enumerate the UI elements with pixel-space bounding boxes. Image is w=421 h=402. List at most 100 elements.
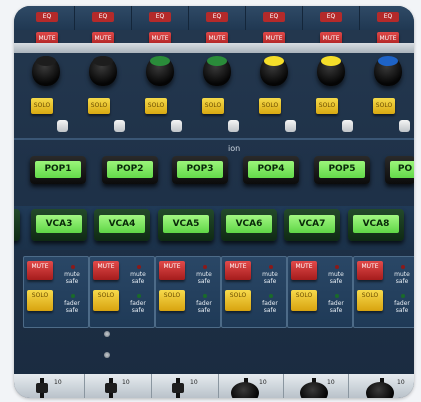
mute-safe-led (137, 265, 141, 269)
solo-button[interactable]: SOLO (373, 98, 395, 114)
vca-label: VCA5 (163, 215, 209, 233)
mute-safe-label: mute safe (196, 271, 212, 285)
channel-strip-top-5: EQ (246, 6, 303, 30)
pop-button-5[interactable]: POP5 (314, 156, 370, 184)
gain-knob[interactable] (317, 56, 345, 86)
vca-control-panel-4: MUTE mute safe SOLO fader safe (89, 256, 155, 328)
vca-mute-button[interactable]: MUTE (225, 261, 251, 280)
vca-control-panel-7: MUTE mute safe SOLO fader safe (287, 256, 353, 328)
eq-tag: EQ (206, 12, 228, 22)
knob-cap-3 (150, 56, 170, 66)
vca-solo-button[interactable]: SOLO (159, 290, 185, 311)
fader-safe-label: fader safe (64, 300, 80, 314)
gain-knob[interactable] (203, 56, 231, 86)
vca-mute-button[interactable]: MUTE (291, 261, 317, 280)
knob-cap-5 (264, 56, 284, 66)
fader-safe-led (137, 294, 141, 298)
solo-button[interactable]: SOLO (316, 98, 338, 114)
pop-button-6[interactable]: PO (385, 156, 414, 184)
solo-button[interactable]: SOLO (259, 98, 281, 114)
mute-safe-led (203, 265, 207, 269)
fader-safe-label: fader safe (130, 300, 146, 314)
fader-safe-label: fader safe (394, 300, 410, 314)
pop-button-3[interactable]: POP3 (172, 156, 228, 184)
select-button[interactable] (171, 120, 182, 132)
fader-knob[interactable] (300, 382, 328, 398)
solo-button[interactable]: SOLO (202, 98, 224, 114)
mute-safe-label: mute safe (262, 271, 278, 285)
fader-safe-label: fader safe (262, 300, 278, 314)
console-surface: EQ EQ EQ EQ EQ EQ EQ MUTE MUTE MUTE MUTE… (14, 6, 414, 398)
vca-button-4[interactable]: VCA4 (94, 209, 150, 241)
channel-strip-top-2: EQ (75, 6, 132, 30)
vca-button-3[interactable]: VCA3 (31, 209, 87, 241)
fader-knob[interactable] (105, 383, 117, 393)
vca-solo-button[interactable]: SOLO (93, 290, 119, 311)
fader-knob[interactable] (172, 383, 184, 393)
vca-button-7[interactable]: VCA7 (284, 209, 340, 241)
fader-scale-label: 10 (397, 379, 405, 386)
select-button[interactable] (114, 120, 125, 132)
screw-icon (104, 352, 110, 358)
knob-cap-6 (321, 56, 341, 66)
mute-safe-led (269, 265, 273, 269)
vca-button-6[interactable]: VCA6 (221, 209, 277, 241)
pop-label: POP3 (177, 161, 223, 178)
mute-safe-led (335, 265, 339, 269)
eq-tag: EQ (263, 12, 285, 22)
vca-control-panel-6: MUTE mute safe SOLO fader safe (221, 256, 287, 328)
gain-knob[interactable] (260, 56, 288, 86)
vca-label: VCA3 (36, 215, 82, 233)
fader-safe-label: fader safe (328, 300, 344, 314)
fader-strip-3 (152, 374, 219, 398)
vca-button-8[interactable]: VCA8 (348, 209, 404, 241)
pop-label: POP4 (248, 161, 294, 178)
fader-knob[interactable] (36, 383, 48, 393)
mute-safe-led (71, 265, 75, 269)
eq-tag: EQ (320, 12, 342, 22)
vca-solo-button[interactable]: SOLO (291, 290, 317, 311)
fader-knob[interactable] (231, 382, 259, 398)
fader-safe-label: fader safe (196, 300, 212, 314)
fader-safe-led (269, 294, 273, 298)
solo-button[interactable]: SOLO (145, 98, 167, 114)
knob-cap-2 (93, 56, 113, 66)
solo-button[interactable]: SOLO (31, 98, 53, 114)
channel-strip-top-1: EQ (14, 6, 75, 30)
knob-cap-7 (378, 56, 398, 66)
vca-solo-button[interactable]: SOLO (357, 290, 383, 311)
solo-button[interactable]: SOLO (88, 98, 110, 114)
vca-mute-button[interactable]: MUTE (27, 261, 53, 280)
fader-strip-2 (85, 374, 152, 398)
fader-knob[interactable] (366, 382, 394, 398)
fader-safe-led (335, 294, 339, 298)
vca-mute-button[interactable]: MUTE (93, 261, 119, 280)
eq-tag: EQ (149, 12, 171, 22)
gain-knob[interactable] (374, 56, 402, 86)
gain-knob[interactable] (89, 56, 117, 86)
select-button[interactable] (228, 120, 239, 132)
vca-button-partial[interactable] (14, 209, 20, 241)
vca-mute-button[interactable]: MUTE (159, 261, 185, 280)
select-button[interactable] (57, 120, 68, 132)
select-button[interactable] (399, 120, 410, 132)
vca-solo-button[interactable]: SOLO (27, 290, 53, 311)
select-button[interactable] (285, 120, 296, 132)
select-button[interactable] (342, 120, 353, 132)
fader-safe-led (203, 294, 207, 298)
pop-button-1[interactable]: POP1 (30, 156, 86, 184)
vca-control-panel-3: MUTE mute safe SOLO fader safe (23, 256, 89, 328)
eq-tag: EQ (36, 12, 58, 22)
vca-solo-button[interactable]: SOLO (225, 290, 251, 311)
vca-button-5[interactable]: VCA5 (158, 209, 214, 241)
fader-scale-label: 10 (122, 379, 130, 386)
gain-knob[interactable] (146, 56, 174, 86)
gain-knob[interactable] (32, 56, 60, 86)
fader-scale-label: 10 (190, 379, 198, 386)
pop-button-4[interactable]: POP4 (243, 156, 299, 184)
pop-label: POP5 (319, 161, 365, 178)
pop-label: PO (390, 161, 414, 178)
knob-cap-1 (36, 56, 56, 66)
pop-button-2[interactable]: POP2 (102, 156, 158, 184)
vca-mute-button[interactable]: MUTE (357, 261, 383, 280)
